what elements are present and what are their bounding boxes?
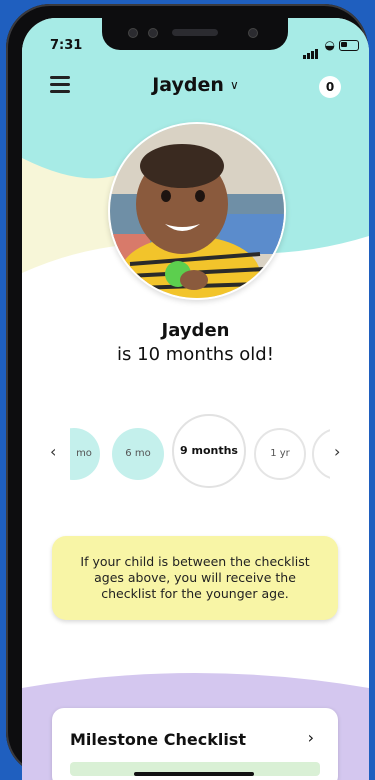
age-carousel: ‹ mo 6 mo 9 months 1 yr ›	[22, 414, 369, 494]
carousel-prev-arrow-icon[interactable]: ‹	[50, 442, 56, 461]
age-item-label: 1 yr	[270, 448, 290, 459]
chevron-right-icon: ›	[307, 728, 314, 747]
camera-notch	[102, 18, 288, 50]
wifi-icon: ◒	[324, 38, 335, 52]
child-selector-name: Jayden	[152, 74, 224, 96]
milestone-card-title: Milestone Checklist	[70, 730, 246, 749]
notice-text: If your child is between the checklist a…	[80, 554, 310, 601]
child-selector[interactable]: Jayden ∨	[22, 74, 369, 96]
age-item-label: mo	[76, 448, 92, 459]
notification-count-badge[interactable]: 0	[319, 76, 341, 98]
milestone-checklist-card[interactable]: Milestone Checklist ›	[52, 708, 338, 780]
age-item-label: 6 mo	[125, 448, 151, 459]
checklist-age-notice: If your child is between the checklist a…	[52, 536, 338, 620]
age-item-label: 9 months	[180, 444, 238, 457]
signal-icon	[303, 40, 319, 59]
status-bar: 7:31 ◒	[22, 18, 369, 59]
age-item-9months-selected[interactable]: 9 months	[172, 414, 246, 488]
battery-icon	[339, 40, 359, 51]
carousel-next-arrow-icon[interactable]: ›	[334, 442, 340, 461]
age-item-6mo[interactable]: 6 mo	[112, 428, 164, 480]
status-time: 7:31	[50, 38, 83, 53]
child-name-heading: Jayden	[161, 320, 230, 341]
home-indicator-bar[interactable]	[134, 772, 254, 776]
chevron-down-icon: ∨	[229, 78, 239, 92]
phone-frame: 7:31 ◒ Jayden ∨ 0 Jayden is 10 months ol…	[6, 4, 369, 780]
app-screen: 7:31 ◒ Jayden ∨ 0 Jayden is 10 months ol…	[22, 18, 369, 780]
child-photo[interactable]	[108, 122, 286, 300]
age-item-1yr[interactable]: 1 yr	[254, 428, 306, 480]
age-item-partial-left[interactable]: mo	[70, 428, 100, 480]
age-item-partial-right[interactable]	[312, 428, 330, 480]
child-age-text: is 10 months old!	[117, 344, 274, 365]
